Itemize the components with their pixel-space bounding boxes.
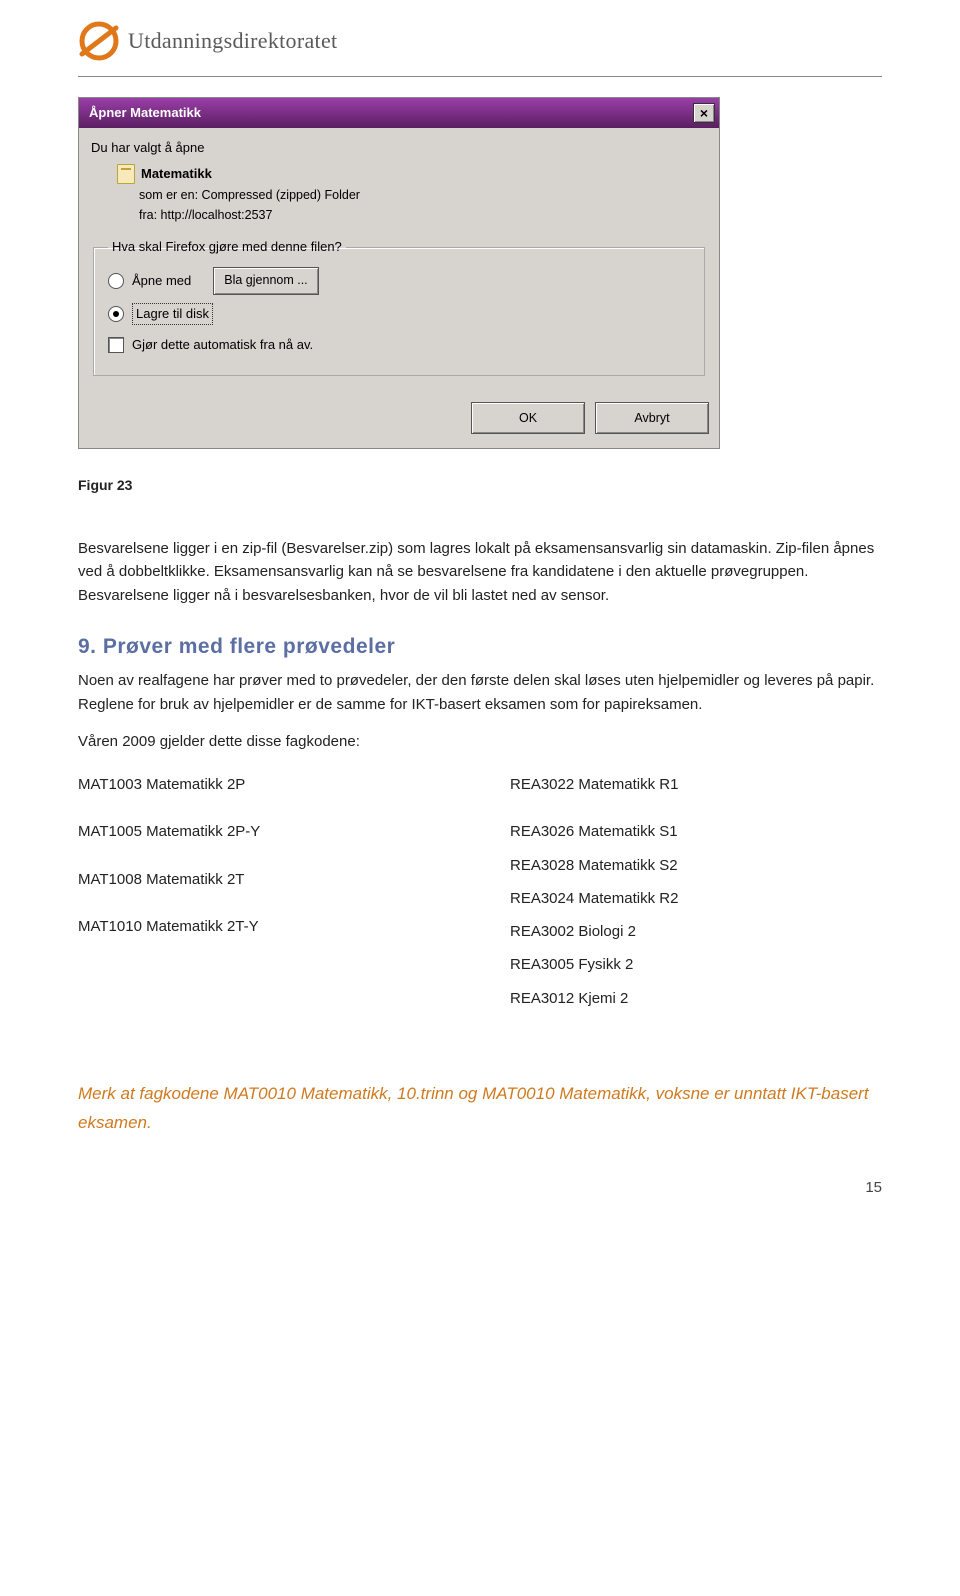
save-disk-label: Lagre til disk bbox=[132, 303, 213, 325]
close-icon[interactable]: × bbox=[693, 103, 715, 123]
list-item: REA3005 Fysikk 2 bbox=[510, 953, 882, 976]
radio-open-with[interactable] bbox=[108, 273, 124, 289]
browse-button[interactable]: Bla gjennom ... bbox=[213, 267, 318, 295]
list-item: REA3028 Matematikk S2 bbox=[510, 854, 882, 877]
auto-row[interactable]: Gjør dette automatisk fra nå av. bbox=[108, 335, 690, 355]
figure-caption: Figur 23 bbox=[78, 475, 882, 497]
file-icon bbox=[117, 164, 135, 184]
download-dialog: Åpner Matematikk × Du har valgt å åpne M… bbox=[78, 97, 720, 449]
paragraph-2: Noen av realfagene har prøver med to prø… bbox=[78, 669, 882, 716]
list-item: REA3022 Matematikk R1 bbox=[510, 773, 882, 796]
dialog-title: Åpner Matematikk bbox=[89, 103, 201, 123]
radio-save-disk[interactable] bbox=[108, 306, 124, 322]
list-item: MAT1008 Matematikk 2T bbox=[78, 868, 450, 891]
dialog-filename: Matematikk bbox=[141, 164, 212, 184]
auto-label: Gjør dette automatisk fra nå av. bbox=[132, 335, 313, 355]
list-item: REA3026 Matematikk S1 bbox=[510, 820, 882, 843]
header-rule bbox=[78, 76, 882, 77]
section-heading: 9. Prøver med flere prøvedeler bbox=[78, 631, 882, 664]
cancel-button[interactable]: Avbryt bbox=[595, 402, 709, 434]
list-item: MAT1010 Matematikk 2T-Y bbox=[78, 915, 450, 938]
brand-name: Utdanningsdirektoratet bbox=[128, 24, 337, 58]
page-number: 15 bbox=[78, 1176, 882, 1199]
dialog-titlebar: Åpner Matematikk × bbox=[79, 98, 719, 128]
save-disk-row[interactable]: Lagre til disk bbox=[108, 303, 690, 325]
list-item: MAT1003 Matematikk 2P bbox=[78, 773, 450, 796]
file-type-row: som er en: Compressed (zipped) Folder bbox=[139, 186, 707, 205]
ok-button[interactable]: OK bbox=[471, 402, 585, 434]
list-item: REA3012 Kjemi 2 bbox=[510, 987, 882, 1010]
dialog-intro: Du har valgt å åpne bbox=[91, 138, 707, 158]
list-item: MAT1005 Matematikk 2P-Y bbox=[78, 820, 450, 843]
paragraph-1: Besvarelsene ligger i en zip-fil (Besvar… bbox=[78, 537, 882, 607]
file-from-row: fra: http://localhost:2537 bbox=[139, 206, 707, 225]
checkbox-auto[interactable] bbox=[108, 337, 124, 353]
course-col-right: REA3022 Matematikk R1 REA3026 Matematikk… bbox=[510, 767, 882, 1020]
paragraph-3: Våren 2009 gjelder dette disse fagkodene… bbox=[78, 730, 882, 753]
course-col-left: MAT1003 Matematikk 2P MAT1005 Matematikk… bbox=[78, 767, 450, 1020]
open-with-label: Åpne med bbox=[132, 271, 191, 291]
group-legend: Hva skal Firefox gjøre med denne filen? bbox=[108, 237, 346, 257]
action-group: Hva skal Firefox gjøre med denne filen? … bbox=[93, 237, 705, 376]
open-with-row[interactable]: Åpne med Bla gjennom ... bbox=[108, 267, 690, 295]
footnote: Merk at fagkodene MAT0010 Matematikk, 10… bbox=[78, 1080, 882, 1138]
list-item: REA3024 Matematikk R2 bbox=[510, 887, 882, 910]
list-item: REA3002 Biologi 2 bbox=[510, 920, 882, 943]
brand-logo-icon bbox=[78, 20, 120, 62]
brand-header: Utdanningsdirektoratet bbox=[78, 20, 882, 62]
course-code-columns: MAT1003 Matematikk 2P MAT1005 Matematikk… bbox=[78, 767, 882, 1020]
